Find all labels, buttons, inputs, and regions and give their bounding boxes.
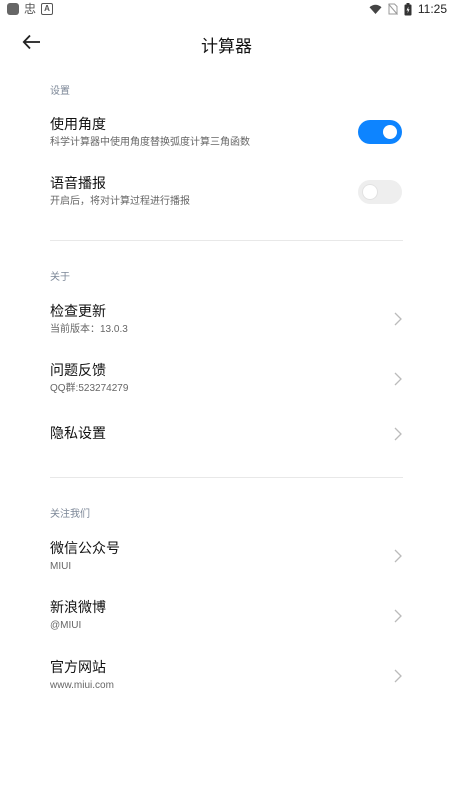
privacy-settings-label: 隐私设置 [50,426,106,442]
setting-voice-broadcast[interactable]: 语音播报 开启后，将对计算过程进行播报 [0,175,453,231]
qq-group: QQ群:523274279 [50,383,129,394]
feedback-label: 问题反馈 [50,363,106,379]
setting-use-angle[interactable]: 使用角度 科学计算器中使用角度替换弧度计算三角函数 [0,116,453,172]
toggle-knob [383,125,397,139]
page-title: 计算器 [201,37,252,57]
chevron-right-icon [394,427,402,441]
check-update-item[interactable]: 检查更新 当前版本：13.0.3 [0,303,453,359]
divider [50,240,403,241]
battery-icon [404,2,412,15]
current-version: 当前版本：13.0.3 [50,324,128,335]
chevron-right-icon [394,669,402,683]
setting-use-angle-desc: 科学计算器中使用角度替换弧度计算三角函数 [50,137,250,148]
app-notification-icon [7,3,19,15]
use-angle-toggle[interactable] [358,120,402,144]
check-update-label: 检查更新 [50,304,106,320]
weibo-account: @MIUI [50,620,82,631]
no-sim-icon [387,3,398,15]
section-header-about: 关于 [50,272,70,283]
wechat-item[interactable]: 微信公众号 MIUI [0,540,453,596]
feedback-item[interactable]: 问题反馈 QQ群:523274279 [0,362,453,418]
clock: 11:25 [417,2,447,16]
a-badge-icon: A [41,3,54,15]
setting-use-angle-label: 使用角度 [50,117,106,133]
wechat-label: 微信公众号 [50,541,120,557]
chevron-right-icon [394,312,402,326]
notification-glyph-icon: 忠 [24,2,37,16]
voice-broadcast-toggle[interactable] [358,180,402,204]
weibo-item[interactable]: 新浪微博 @MIUI [0,599,453,655]
wechat-account: MIUI [50,561,72,572]
title-bar: 计算器 [0,20,453,66]
status-bar: 忠 A 11:25 [0,0,453,20]
chevron-right-icon [394,609,402,623]
website-url: www.miui.com [50,680,114,691]
wifi-icon [369,4,382,14]
section-header-follow-us: 关注我们 [50,509,90,520]
chevron-right-icon [394,372,402,386]
chevron-right-icon [394,549,402,563]
weibo-label: 新浪微博 [50,600,106,616]
toggle-knob [363,185,377,199]
setting-voice-desc: 开启后，将对计算过程进行播报 [50,196,190,207]
setting-voice-label: 语音播报 [50,176,106,192]
website-label: 官方网站 [50,660,106,676]
privacy-settings-item[interactable]: 隐私设置 [0,425,453,481]
divider [50,477,403,478]
website-item[interactable]: 官方网站 www.miui.com [0,659,453,715]
section-header-settings: 设置 [50,86,70,97]
